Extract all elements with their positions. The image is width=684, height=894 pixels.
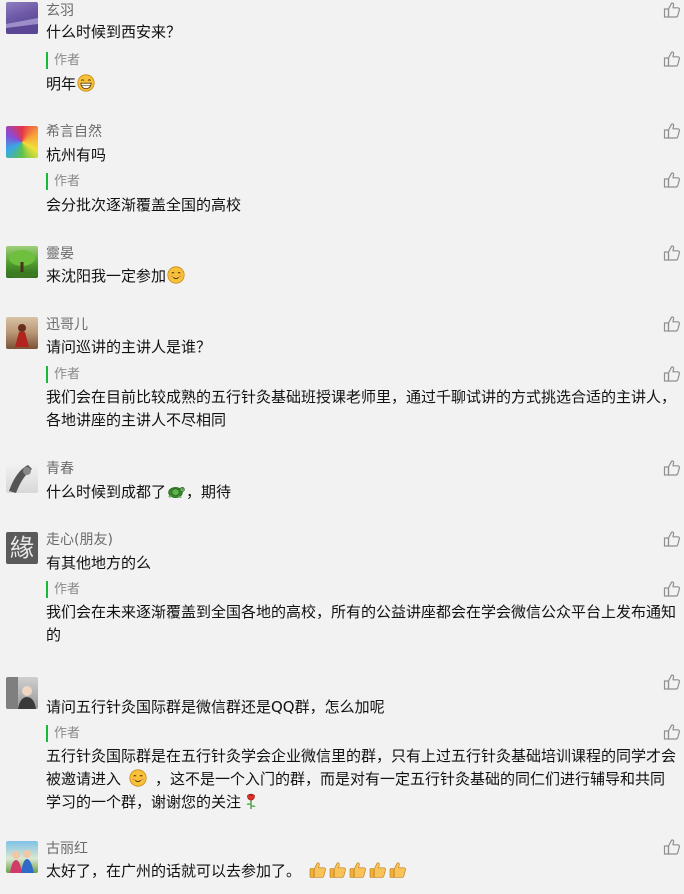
author-label: 作者 xyxy=(46,366,80,383)
comment-text: 来沈阳我一定参加 xyxy=(46,265,186,288)
rose-emoji-icon xyxy=(242,792,260,810)
thumbs-up-emoji-icon xyxy=(389,861,407,879)
reply-like-icon[interactable] xyxy=(663,365,681,383)
reply-text: 我们会在目前比较成熟的五行针灸基础班授课老师里，通过千聊试讲的方式挑选合适的主讲… xyxy=(46,388,677,429)
comment-text-content: 太好了，在广州的话就可以去参加了。 xyxy=(46,862,302,880)
nickname[interactable]: 玄羽 xyxy=(46,1,74,21)
like-icon[interactable] xyxy=(663,122,681,140)
thumbs-up-emoji-icon xyxy=(369,861,387,879)
thumbs-up-emoji-icon xyxy=(349,861,367,879)
smile-emoji-icon xyxy=(167,266,185,284)
reply-like-icon[interactable] xyxy=(663,171,681,189)
reply-text: 五行针灸国际群是在五行针灸学会企业微信里的群，只有上过五行针灸基础培训课程的同学… xyxy=(46,745,680,814)
comment-text: 有其他地方的么 xyxy=(46,554,152,572)
like-icon[interactable] xyxy=(663,530,681,548)
turtle-emoji-icon xyxy=(167,482,185,500)
like-icon[interactable] xyxy=(663,673,681,691)
avatar[interactable] xyxy=(6,126,38,158)
nickname[interactable]: 希言自然 xyxy=(46,122,102,142)
smile-emoji-icon xyxy=(129,769,147,787)
avatar[interactable] xyxy=(6,841,38,873)
author-label: 作者 xyxy=(46,173,80,190)
reply-like-icon[interactable] xyxy=(663,580,681,598)
like-icon[interactable] xyxy=(663,1,681,19)
reply-like-icon[interactable] xyxy=(663,50,681,68)
reply-text: 我们会在未来逐渐覆盖到全国各地的高校，所有的公益讲座都会在学会微信公众平台上发布… xyxy=(46,603,677,644)
avatar[interactable] xyxy=(6,677,38,709)
grin-emoji-icon xyxy=(77,74,95,92)
avatar-glyph: 緣 xyxy=(10,534,34,562)
author-label: 作者 xyxy=(46,52,80,69)
nickname[interactable]: 靈晏 xyxy=(46,244,74,264)
avatar[interactable] xyxy=(6,317,38,349)
author-label: 作者 xyxy=(46,581,80,598)
thumbs-up-emoji-icon xyxy=(309,861,327,879)
avatar[interactable]: 緣 xyxy=(6,532,38,564)
comment-text: 请问巡讲的主讲人是谁？ xyxy=(46,338,212,356)
comment-text-part: ，期待 xyxy=(186,483,232,501)
avatar[interactable] xyxy=(6,246,38,278)
reply-text: 会分批次逐渐覆盖全国的高校 xyxy=(46,196,242,214)
nickname[interactable]: 青春 xyxy=(46,459,74,479)
avatar[interactable] xyxy=(6,461,38,493)
like-icon[interactable] xyxy=(663,459,681,477)
like-icon[interactable] xyxy=(663,838,681,856)
comment-text: 太好了，在广州的话就可以去参加了。 xyxy=(46,860,408,883)
nickname[interactable]: 古丽红 xyxy=(46,839,88,859)
comment-text-part: 什么时候到成都了 xyxy=(46,483,167,501)
comment-text: 杭州有吗 xyxy=(46,146,107,164)
author-label: 作者 xyxy=(46,725,80,742)
reply-text-content: 明年 xyxy=(46,75,77,93)
comment-text-content: 来沈阳我一定参加 xyxy=(46,267,167,285)
nickname[interactable]: 走心(朋友) xyxy=(46,530,113,550)
nickname[interactable]: 迅哥儿 xyxy=(46,315,88,335)
thumbs-up-emoji-icon xyxy=(329,861,347,879)
comment-text: 请问五行针灸国际群是微信群还是QQ群，怎么加呢 xyxy=(46,698,385,716)
comment-text: 什么时候到成都了 ，期待 xyxy=(46,481,231,504)
comment-text: 什么时候到西安来？ xyxy=(46,23,182,41)
reply-text: 明年 xyxy=(46,73,96,96)
avatar[interactable] xyxy=(6,2,38,34)
reply-like-icon[interactable] xyxy=(663,723,681,741)
like-icon[interactable] xyxy=(663,315,681,333)
like-icon[interactable] xyxy=(663,244,681,262)
